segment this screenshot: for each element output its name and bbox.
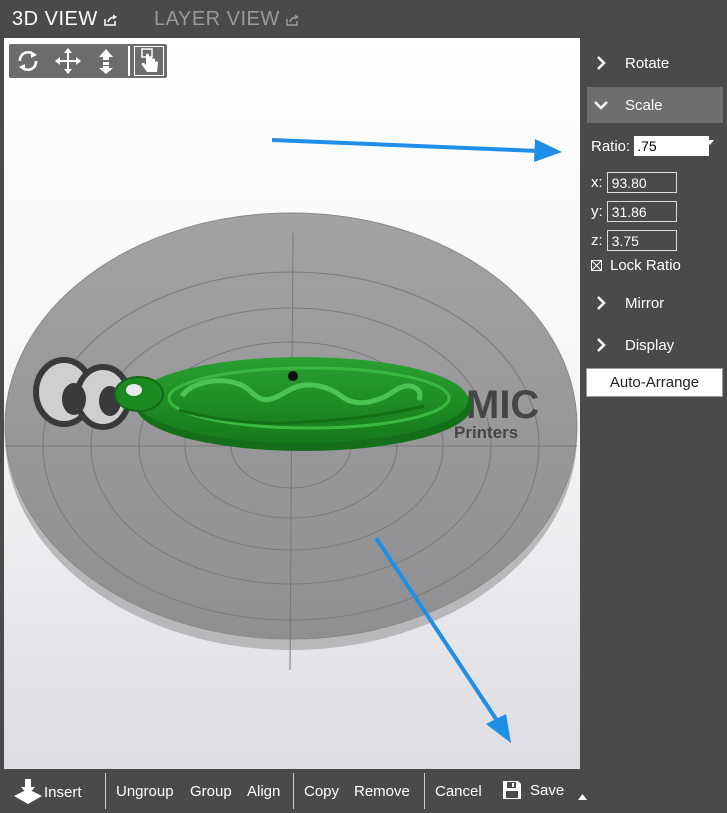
toolbar-divider xyxy=(105,773,106,809)
cancel-button[interactable]: Cancel xyxy=(435,783,482,800)
toolbar-divider xyxy=(293,773,294,809)
ratio-dropdown-caret-icon[interactable] xyxy=(706,140,714,145)
rotate-section-header[interactable]: Rotate xyxy=(587,45,723,81)
z-dimension-input[interactable] xyxy=(606,230,677,251)
popout-icon xyxy=(286,14,299,26)
z-dimension-row: z: xyxy=(591,230,677,251)
insert-label: Insert xyxy=(44,783,82,801)
mirror-section-label: Mirror xyxy=(625,294,665,312)
group-button[interactable]: Group xyxy=(190,783,232,800)
ratio-input[interactable] xyxy=(634,136,710,156)
y-dimension-row: y: xyxy=(591,201,677,222)
rotate-view-button[interactable] xyxy=(13,46,43,76)
select-touch-button[interactable] xyxy=(134,46,164,76)
tab-3d-view[interactable]: 3D VIEW xyxy=(12,8,118,31)
tab-layer-view-label: LAYER VIEW xyxy=(154,8,280,30)
toolbar-divider xyxy=(424,773,425,809)
pan-icon xyxy=(55,48,81,74)
auto-arrange-button[interactable]: Auto-Arrange xyxy=(586,368,723,397)
right-sidebar: Rotate Scale Ratio: x: y: z: Lock Ratio … xyxy=(580,38,727,769)
display-section-header[interactable]: Display xyxy=(587,327,723,363)
tab-3d-view-label: 3D VIEW xyxy=(12,8,98,30)
lock-ratio-label: Lock Ratio xyxy=(610,257,681,274)
y-label: y: xyxy=(591,203,603,220)
chevron-down-icon xyxy=(593,100,609,110)
x-dimension-row: x: xyxy=(591,172,677,193)
bottom-toolbar: Insert Ungroup Group Align Copy Remove C… xyxy=(0,769,727,813)
view-tab-bar: 3D VIEW LAYER VIEW xyxy=(0,0,727,38)
display-section-label: Display xyxy=(625,336,675,354)
copy-button[interactable]: Copy xyxy=(304,783,339,800)
chevron-right-icon xyxy=(593,338,609,352)
rotate-section-label: Rotate xyxy=(625,54,670,72)
save-icon xyxy=(503,781,521,799)
y-dimension-input[interactable] xyxy=(606,201,677,222)
insert-icon xyxy=(14,779,42,804)
ratio-label: Ratio: xyxy=(591,137,631,155)
x-dimension-input[interactable] xyxy=(606,172,677,193)
3d-viewport[interactable]: MIC Printers xyxy=(4,38,580,769)
bed-logo-subtext: Printers xyxy=(454,423,518,442)
view-toolbar xyxy=(9,44,167,78)
save-label: Save xyxy=(530,781,565,799)
lock-ratio-checkbox[interactable]: Lock Ratio xyxy=(591,257,681,274)
chevron-right-icon xyxy=(593,56,609,70)
zoom-view-button[interactable] xyxy=(91,46,121,76)
mirror-section-header[interactable]: Mirror xyxy=(587,285,723,321)
scene: MIC Printers xyxy=(4,138,578,743)
align-button[interactable]: Align xyxy=(247,783,280,800)
x-label: x: xyxy=(591,174,603,191)
z-label: z: xyxy=(591,232,603,249)
zoom-icon xyxy=(99,49,113,74)
chevron-right-icon xyxy=(593,296,609,310)
pan-view-button[interactable] xyxy=(53,46,83,76)
insert-button[interactable]: Insert xyxy=(12,779,82,805)
bed-logo-text: MIC xyxy=(466,383,539,427)
save-button[interactable]: Save xyxy=(502,780,564,800)
remove-button[interactable]: Remove xyxy=(354,783,410,800)
select-touch-icon xyxy=(141,48,158,72)
popout-icon xyxy=(104,14,117,26)
scale-section-label: Scale xyxy=(625,96,663,114)
scale-section-header[interactable]: Scale xyxy=(587,87,723,123)
rotate-view-icon xyxy=(18,51,38,71)
save-options-caret-icon[interactable] xyxy=(578,787,587,804)
checkbox-checked-icon xyxy=(591,260,602,271)
toolbar-divider xyxy=(128,46,130,76)
tab-layer-view[interactable]: LAYER VIEW xyxy=(154,8,300,31)
ratio-row: Ratio: xyxy=(591,136,710,156)
ungroup-button[interactable]: Ungroup xyxy=(116,783,174,800)
